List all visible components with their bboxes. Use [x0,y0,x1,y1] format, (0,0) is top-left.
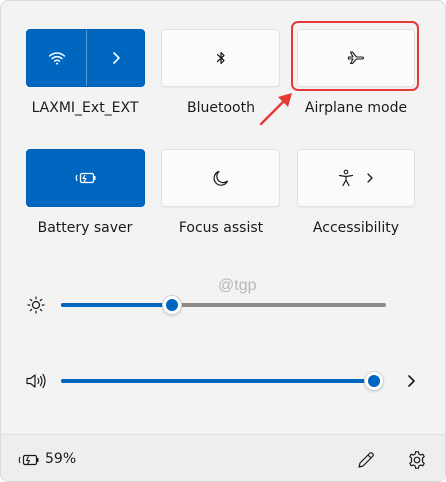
annotation-arrow-icon [259,93,292,126]
wifi-networks-button[interactable] [87,30,145,86]
moon-icon [213,170,228,186]
bluetooth-tile[interactable] [161,29,280,87]
gear-icon [409,451,425,469]
speaker-icon [26,373,46,389]
edit-quick-settings-button[interactable] [355,449,377,471]
bluetooth-icon [216,51,225,65]
sun-icon [27,296,45,314]
volume-slider-fill [61,379,374,383]
volume-slider[interactable] [61,379,374,383]
pencil-icon [358,452,374,468]
battery-status-button[interactable] [17,450,43,470]
settings-button[interactable] [406,449,428,471]
watermark-text: @tgp [218,277,257,294]
battery-saver-tile[interactable] [26,149,145,207]
battery-saver-icon [75,172,95,184]
wifi-tile-label: LAXMI_Ext_EXT [31,100,139,116]
quick-settings-panel: LAXMI_Ext_EXT Bluetooth Airplane mode Ba… [0,0,446,482]
brightness-slider-fill [61,303,172,307]
brightness-slider-thumb[interactable] [161,295,182,315]
focus-assist-tile-label: Focus assist [178,220,264,236]
quick-settings-footer: 59% [1,434,445,481]
focus-assist-tile[interactable] [161,149,280,207]
accessibility-tile[interactable] [297,149,415,207]
chevron-right-icon [408,375,415,387]
airplane-mode-highlight-box [291,21,419,91]
audio-output-button[interactable] [401,371,421,391]
battery-charging-icon [18,454,39,466]
battery-percentage: 59% [45,451,77,467]
chevron-right-icon [367,173,373,183]
accessibility-tile-label: Accessibility [312,220,400,236]
chevron-right-icon [113,52,120,64]
accessibility-icon [338,169,354,187]
volume-slider-thumb[interactable] [364,371,384,391]
wifi-tile [26,29,145,87]
airplane-mode-tile-label: Airplane mode [304,100,408,116]
brightness-slider[interactable] [61,303,386,307]
battery-saver-tile-label: Battery saver [37,220,133,236]
wifi-toggle-button[interactable] [27,30,86,86]
wifi-icon [48,52,65,65]
